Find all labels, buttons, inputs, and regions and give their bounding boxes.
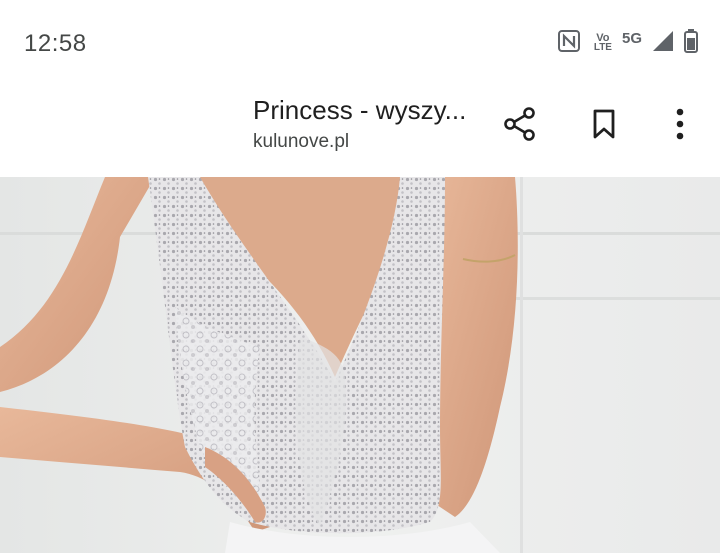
network-type-label: 5G (621, 29, 642, 47)
share-button[interactable] (496, 102, 544, 150)
signal-icon (652, 30, 674, 57)
more-options-button[interactable] (656, 102, 704, 150)
status-bar: 12:58 Vo LTE 5G (0, 0, 720, 88)
more-vert-icon (675, 108, 685, 145)
page-title: Princess - wyszy... (253, 95, 467, 125)
dress-photo-illustration (0, 177, 720, 553)
bookmark-button[interactable] (580, 102, 628, 150)
bookmark-icon (592, 108, 616, 145)
volte-icon: Vo LTE (594, 33, 612, 53)
page-domain: kulunove.pl (253, 131, 350, 152)
share-icon (504, 106, 536, 146)
title-block[interactable]: Princess - wyszy... kulunove.pl (253, 94, 483, 154)
status-time: 12:58 (24, 30, 87, 57)
status-icons: Vo LTE 5G (557, 28, 698, 58)
product-image[interactable] (0, 177, 720, 553)
lte-label: LTE (593, 42, 612, 53)
nfc-icon (557, 29, 580, 57)
battery-icon (684, 28, 698, 58)
